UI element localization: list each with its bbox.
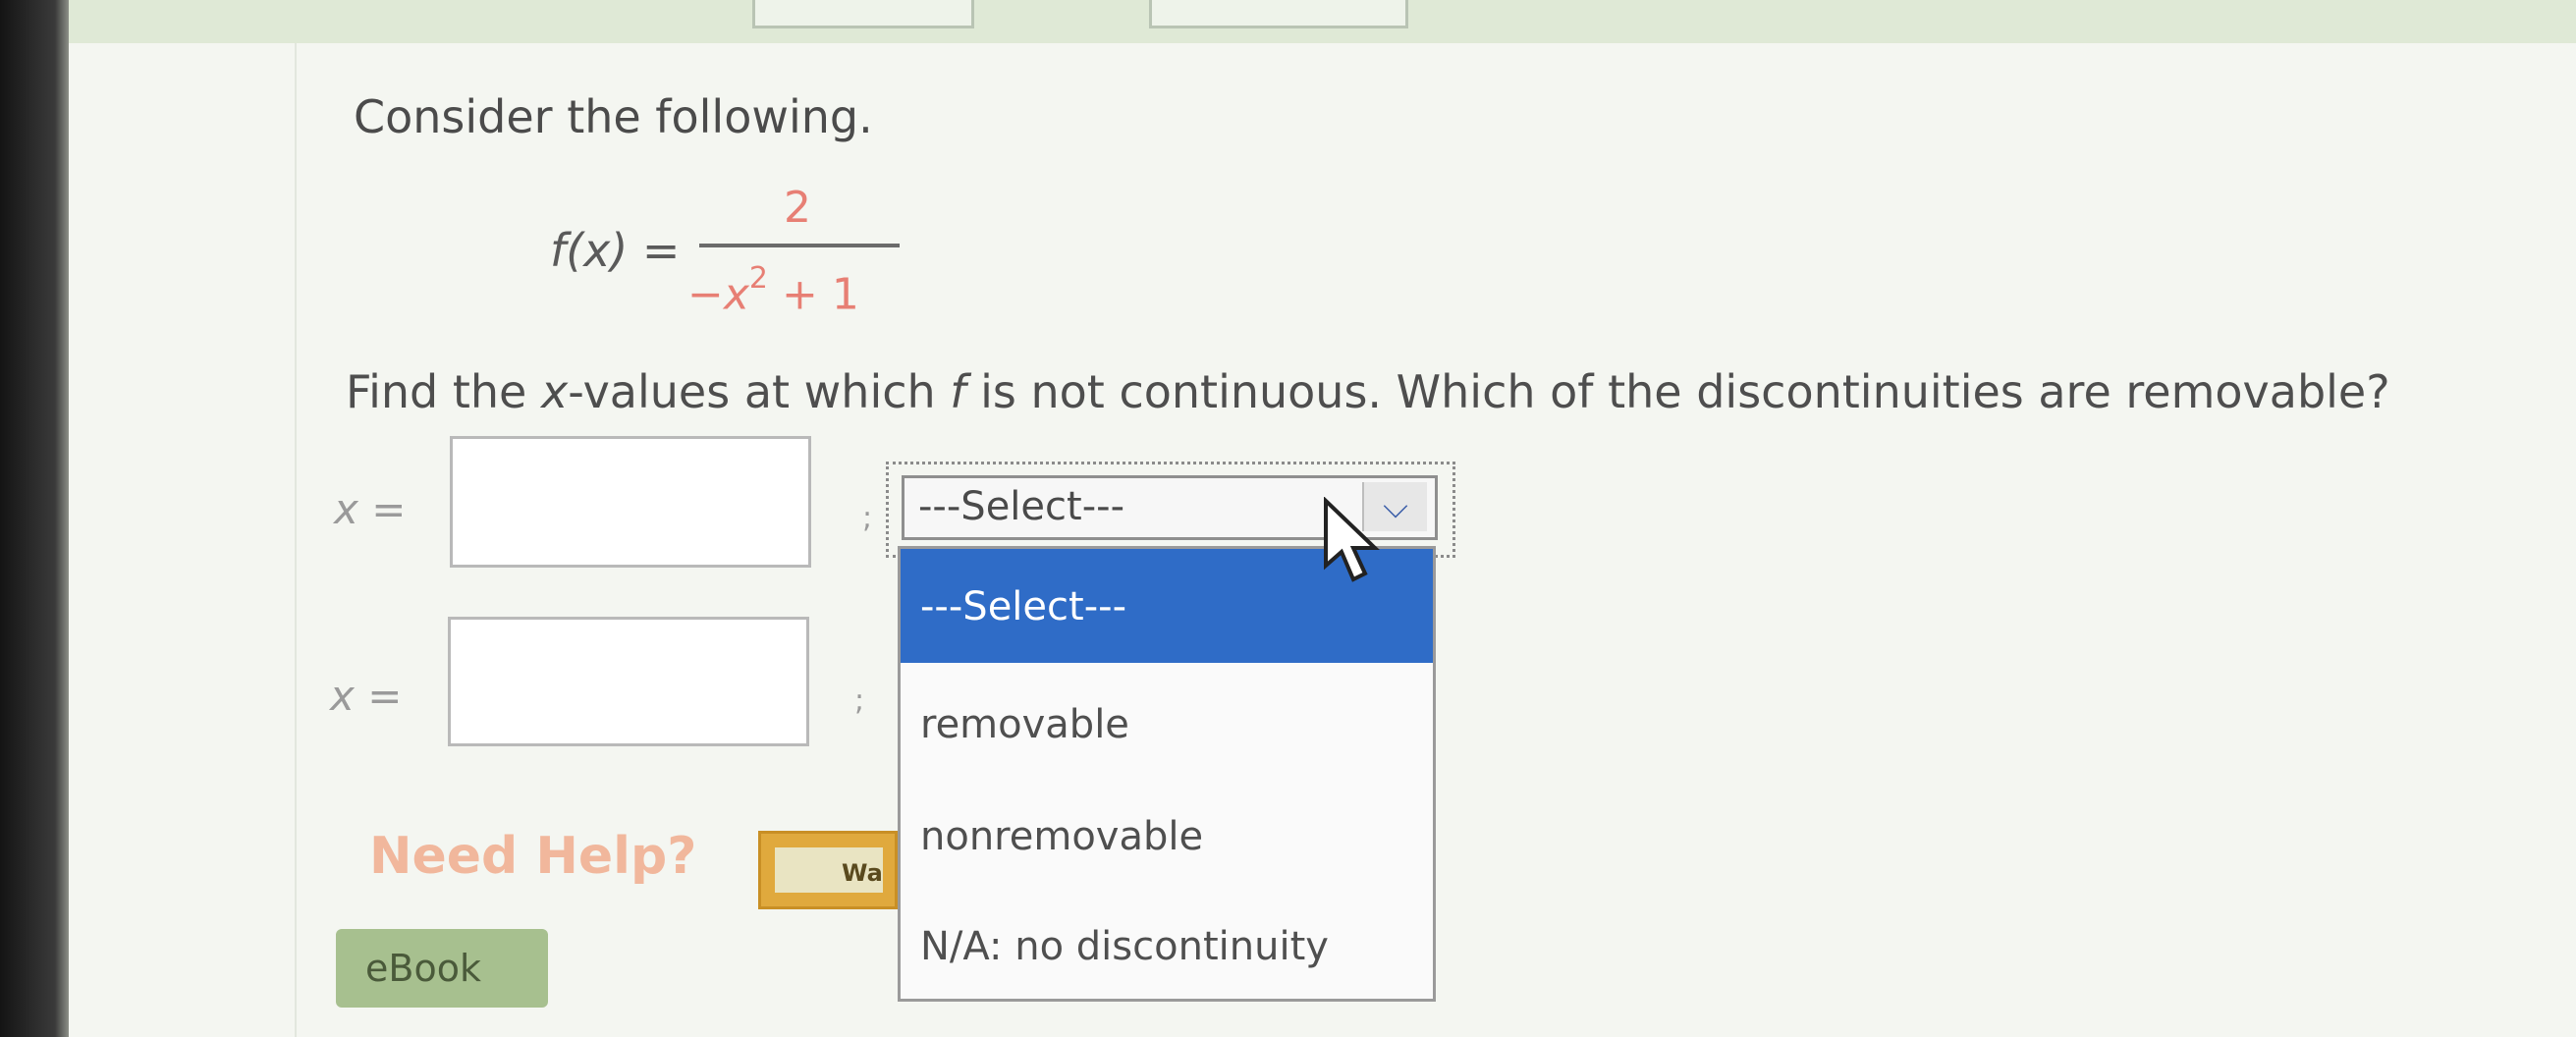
- ebook-button[interactable]: eBook: [336, 929, 548, 1008]
- answer-2-label: x =: [330, 672, 403, 720]
- panel-divider: [295, 43, 297, 1037]
- option-no-discontinuity[interactable]: N/A: no discontinuity: [901, 918, 1433, 987]
- option-removable[interactable]: removable: [901, 696, 1433, 765]
- denominator-base: −x: [687, 269, 749, 320]
- need-help-label: Need Help?: [369, 827, 697, 886]
- denominator-exponent: 2: [748, 261, 768, 296]
- watch-button-label: Wa: [842, 859, 883, 887]
- question-prompt: Find the x-values at which f is not cont…: [346, 365, 2390, 418]
- prompt-text-1: Find the: [346, 365, 541, 418]
- answer-1-input[interactable]: [450, 436, 811, 568]
- fraction-numerator: 2: [784, 183, 811, 233]
- watch-it-button[interactable]: Wa: [758, 831, 898, 909]
- option-nonremovable[interactable]: nonremovable: [901, 808, 1433, 877]
- question-heading: Consider the following.: [354, 90, 873, 143]
- select-dropdown-list: ---Select--- removable nonremovable N/A:…: [898, 546, 1436, 1002]
- option-select-label: ---Select---: [920, 584, 1126, 629]
- option-no-discontinuity-label: N/A: no discontinuity: [920, 924, 1329, 969]
- answer-1-separator: ;: [862, 501, 873, 535]
- select-current-value: ---Select---: [918, 484, 1124, 529]
- function-label: f(x) =: [550, 224, 681, 277]
- denominator-rest: + 1: [768, 269, 859, 320]
- ebook-label: eBook: [365, 947, 481, 990]
- mouse-cursor-icon: [1324, 497, 1380, 582]
- answer-1-label: x =: [334, 485, 407, 533]
- answer-2-input[interactable]: [448, 617, 809, 746]
- fraction-bar: [699, 244, 900, 247]
- prompt-text-2: -values at which: [568, 365, 951, 418]
- prompt-text-3: is not continuous. Which of the disconti…: [965, 365, 2390, 418]
- option-nonremovable-label: nonremovable: [920, 814, 1204, 859]
- answer-2-separator: ;: [854, 683, 865, 718]
- fraction-denominator: −x2 + 1: [687, 261, 859, 320]
- screen-bezel: [0, 0, 69, 1037]
- option-removable-label: removable: [920, 702, 1129, 747]
- prompt-variable: x: [540, 365, 569, 418]
- top-button-left[interactable]: [752, 0, 974, 28]
- top-button-right[interactable]: [1149, 0, 1408, 28]
- top-toolbar: [69, 0, 2576, 45]
- prompt-function: f: [950, 365, 966, 418]
